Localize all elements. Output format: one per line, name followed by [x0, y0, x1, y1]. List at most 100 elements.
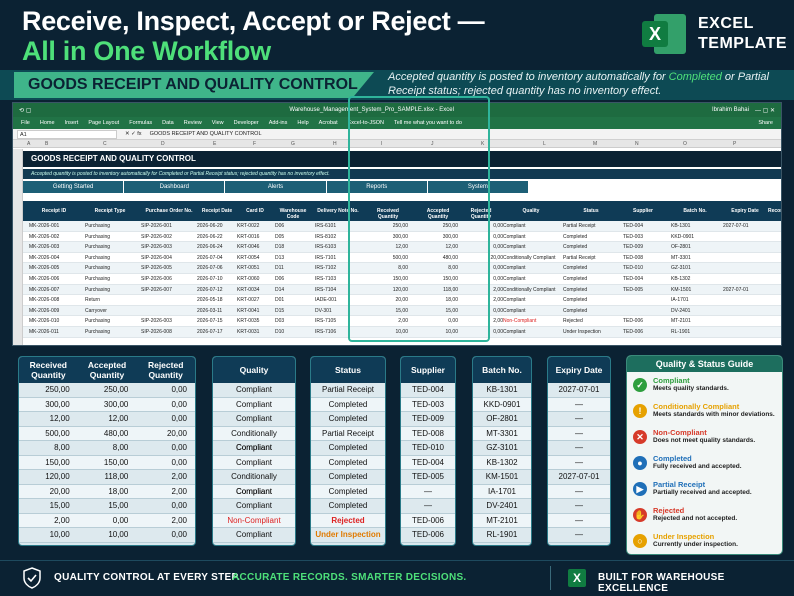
table-cell[interactable]: TED-004	[623, 223, 643, 229]
table-row[interactable]: MK-2026-003 Purchasing SIP-2026-003 2026-06…	[23, 242, 781, 253]
table-cell[interactable]: Non-Compliant	[503, 318, 536, 324]
table-cell[interactable]: IRS-6101	[315, 223, 336, 229]
table-cell[interactable]: SIP-2026-008	[141, 329, 172, 335]
table-cell[interactable]: 2026-07-17	[197, 329, 223, 335]
table-cell[interactable]: 2026-07-04	[197, 255, 223, 261]
table-cell[interactable]: 20,00	[368, 297, 408, 303]
share-button[interactable]: Share	[758, 120, 773, 126]
table-cell[interactable]: 20,00	[463, 255, 503, 261]
table-cell[interactable]: 15,00	[418, 308, 458, 314]
column-header[interactable]: F	[253, 141, 256, 147]
table-row[interactable]: MK-2026-009 Carryover 2026-03-11 KRT-0041 D1…	[23, 305, 781, 317]
table-cell[interactable]: D01	[275, 297, 284, 303]
table-cell[interactable]: OF-2801	[671, 244, 691, 250]
table-cell[interactable]: D06	[275, 223, 284, 229]
table-cell[interactable]: 150,00	[368, 276, 408, 282]
user-name[interactable]: Ibrahim Bahai	[712, 107, 749, 113]
table-cell[interactable]: Compliant	[503, 244, 526, 250]
table-cell[interactable]: KRT-0046	[237, 244, 259, 250]
column-header[interactable]: N	[635, 141, 639, 147]
table-cell[interactable]: Completed	[563, 308, 587, 314]
table-cell[interactable]: MK-2026-009	[29, 308, 59, 314]
table-cell[interactable]: 15,00	[368, 308, 408, 314]
table-cell[interactable]: Completed	[563, 287, 587, 293]
table-cell[interactable]: SIP-2026-003	[141, 244, 172, 250]
table-cell[interactable]: Compliant	[503, 223, 526, 229]
table-cell[interactable]: Compliant	[503, 297, 526, 303]
table-cell[interactable]: IRS-7104	[315, 287, 336, 293]
ribbon-tab[interactable]: Excel-to-JSON	[348, 120, 384, 126]
table-cell[interactable]: 10,00	[368, 329, 408, 335]
ribbon-tab[interactable]: Acrobat	[319, 120, 338, 126]
ribbon-tab[interactable]: Data	[162, 120, 174, 126]
table-cell[interactable]: IRS-7103	[315, 276, 336, 282]
table-cell[interactable]: 2,00	[463, 287, 503, 293]
table-cell[interactable]: 8,00	[418, 265, 458, 271]
table-cell[interactable]: Return	[85, 297, 100, 303]
table-cell[interactable]: 250,00	[418, 223, 458, 229]
table-cell[interactable]: Completed	[563, 244, 587, 250]
table-cell[interactable]: 0,00	[463, 223, 503, 229]
ribbon-tab[interactable]: Home	[40, 120, 55, 126]
table-cell[interactable]: Partial Receipt	[563, 223, 596, 229]
table-cell[interactable]: SIP-2026-005	[141, 265, 172, 271]
table-cell[interactable]: TED-006	[623, 318, 643, 324]
table-cell[interactable]: TED-005	[623, 287, 643, 293]
column-header[interactable]: K	[481, 141, 484, 147]
table-cell[interactable]: TED-006	[623, 329, 643, 335]
table-cell[interactable]: 2,00	[463, 318, 503, 324]
table-cell[interactable]: MK-2026-011	[29, 329, 59, 335]
table-cell[interactable]: Completed	[563, 276, 587, 282]
table-cell[interactable]: KB-1302	[671, 276, 690, 282]
table-cell[interactable]: SIP-2026-001	[141, 223, 172, 229]
table-cell[interactable]: MT-3301	[671, 255, 691, 261]
autosave-icon[interactable]: ⟲ ▢	[19, 107, 31, 114]
table-cell[interactable]: Compliant	[503, 276, 526, 282]
table-cell[interactable]: KRT-0031	[237, 329, 259, 335]
table-cell[interactable]: 150,00	[418, 276, 458, 282]
table-cell[interactable]: KRT-0022	[237, 223, 259, 229]
table-cell[interactable]: 2026-07-06	[197, 265, 223, 271]
table-cell[interactable]: D05	[275, 234, 284, 240]
table-cell[interactable]: 0,00	[463, 234, 503, 240]
table-cell[interactable]: D06	[275, 276, 284, 282]
ribbon-tab[interactable]: Help	[297, 120, 308, 126]
table-cell[interactable]: Conditionally Compliant	[503, 255, 556, 261]
table-row[interactable]: MK-2026-011 Purchasing SIP-2026-008 2026-07…	[23, 326, 781, 338]
table-cell[interactable]: KRT-0060	[237, 276, 259, 282]
ribbon-tab[interactable]: Insert	[65, 120, 79, 126]
table-cell[interactable]: MK-2026-008	[29, 297, 59, 303]
table-cell[interactable]: Purchasing	[85, 223, 110, 229]
table-cell[interactable]: Purchasing	[85, 287, 110, 293]
table-cell[interactable]: 8,00	[368, 265, 408, 271]
table-cell[interactable]: Compliant	[503, 265, 526, 271]
table-cell[interactable]: Completed	[563, 234, 587, 240]
table-cell[interactable]: 18,00	[418, 297, 458, 303]
table-cell[interactable]: D14	[275, 287, 284, 293]
table-row[interactable]: MK-2026-002 Purchasing SIP-2026-002 2026-06…	[23, 232, 781, 243]
table-cell[interactable]: KRT-0034	[237, 287, 259, 293]
table-cell[interactable]: Compliant	[503, 308, 526, 314]
table-cell[interactable]: IRS-7102	[315, 265, 336, 271]
table-cell[interactable]: 2026-06-22	[197, 234, 223, 240]
table-cell[interactable]: Carryover	[85, 308, 107, 314]
table-cell[interactable]: Purchasing	[85, 329, 110, 335]
table-cell[interactable]: D11	[275, 265, 284, 271]
table-row[interactable]: MK-2026-001 Purchasing SIP-2026-001 2026-06…	[23, 221, 781, 232]
table-row[interactable]: MK-2026-004 Purchasing SIP-2026-004 2026-07…	[23, 253, 781, 264]
table-cell[interactable]: TED-010	[623, 265, 643, 271]
table-cell[interactable]: SIP-2026-004	[141, 255, 172, 261]
ribbon-tab[interactable]: File	[21, 120, 30, 126]
table-cell[interactable]: 2026-03-11	[197, 308, 222, 314]
table-cell[interactable]: KRT-0041	[237, 308, 259, 314]
table-cell[interactable]: 12,00	[368, 244, 408, 250]
table-cell[interactable]: Purchasing	[85, 234, 110, 240]
table-cell[interactable]: IRS-6103	[315, 244, 336, 250]
table-cell[interactable]: Compliant	[503, 329, 526, 335]
table-cell[interactable]: 0,00	[463, 329, 503, 335]
table-row[interactable]: MK-2026-006 Purchasing SIP-2026-006 2026-07…	[23, 274, 781, 285]
table-row[interactable]: MK-2026-008 Return 2026-05-18 KRT-0027 D01 IA…	[23, 295, 781, 306]
table-cell[interactable]: MK-2026-007	[29, 287, 59, 293]
name-box[interactable]: A1	[17, 129, 117, 139]
table-cell[interactable]: KM-1501	[671, 287, 691, 293]
